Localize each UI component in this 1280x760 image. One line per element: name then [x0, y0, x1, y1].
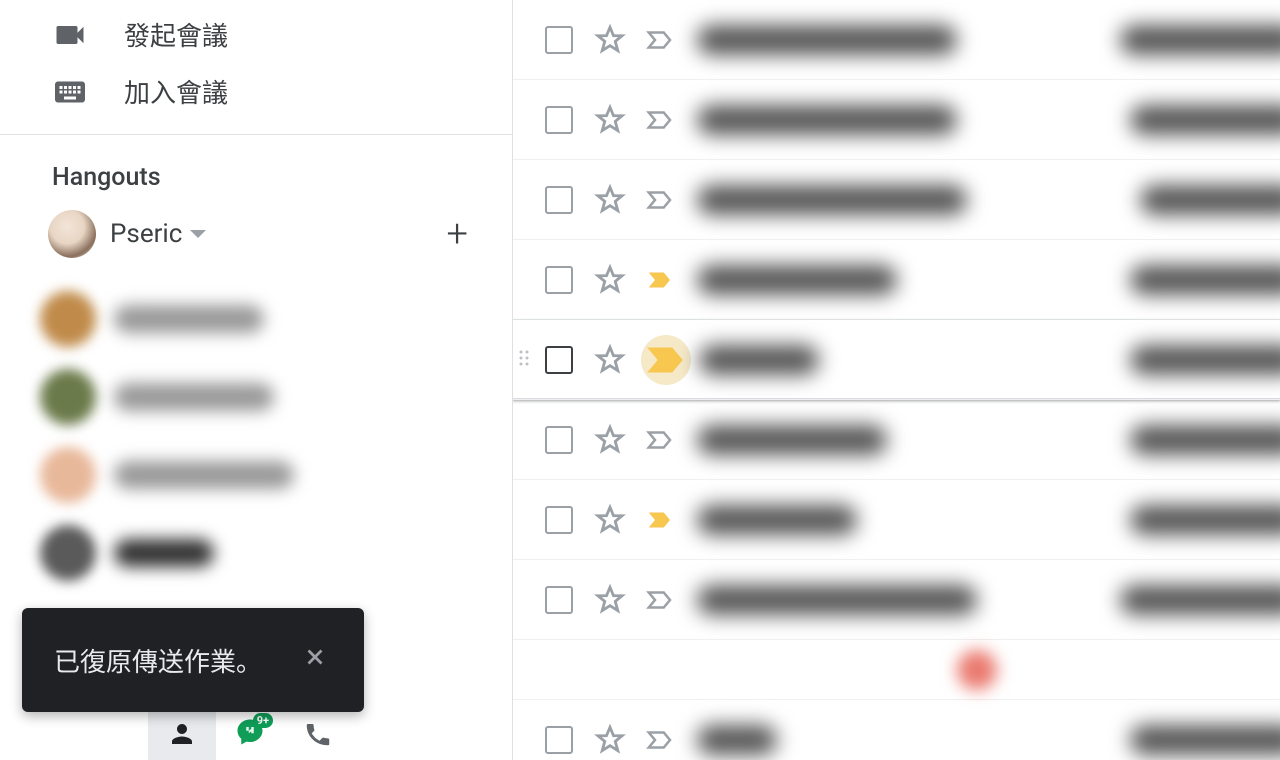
email-sender [697, 505, 857, 535]
drag-handle-icon[interactable] [517, 346, 531, 374]
important-toggle[interactable] [641, 505, 679, 535]
email-checkbox[interactable] [545, 426, 573, 454]
contact-name [114, 305, 264, 333]
important-toggle[interactable] [641, 185, 679, 215]
email-subject [1130, 725, 1280, 755]
email-row[interactable] [513, 0, 1280, 80]
email-row[interactable] [513, 400, 1280, 480]
contact-item[interactable] [40, 514, 512, 592]
email-checkbox[interactable] [545, 26, 573, 54]
email-subject [1120, 25, 1280, 55]
contact-item[interactable] [40, 280, 512, 358]
phone-icon [303, 719, 333, 749]
hangouts-icon: 9+ [235, 717, 265, 751]
email-subject [1130, 345, 1280, 375]
contact-avatar [40, 525, 96, 581]
hangouts-title: Hangouts [0, 135, 512, 192]
email-subject [1130, 505, 1280, 535]
star-toggle[interactable] [593, 23, 627, 57]
email-checkbox[interactable] [545, 266, 573, 294]
add-contact-button[interactable]: + [447, 215, 468, 253]
start-meeting-button[interactable]: 發起會議 [0, 6, 512, 63]
star-toggle[interactable] [593, 103, 627, 137]
important-toggle[interactable] [641, 265, 679, 295]
email-sender [697, 265, 897, 295]
user-avatar[interactable] [48, 210, 96, 258]
keyboard-icon [52, 74, 124, 110]
email-row[interactable] [513, 700, 1280, 760]
contacts-tab[interactable] [148, 708, 216, 760]
star-toggle[interactable] [593, 343, 627, 377]
label-dot [957, 650, 997, 690]
email-list [512, 0, 1280, 760]
contact-item[interactable] [40, 436, 512, 514]
start-meeting-label: 發起會議 [124, 16, 228, 53]
email-checkbox[interactable] [545, 186, 573, 214]
star-toggle[interactable] [593, 503, 627, 537]
hangouts-chat-tab[interactable]: 9+ [216, 708, 284, 760]
email-sender [697, 25, 957, 55]
email-row[interactable] [513, 320, 1280, 400]
email-subject [1130, 105, 1280, 135]
star-toggle[interactable] [593, 183, 627, 217]
contact-avatar [40, 447, 96, 503]
undo-toast: 已復原傳送作業。 [22, 608, 364, 712]
user-name-dropdown[interactable]: Pseric [110, 219, 447, 249]
toast-message: 已復原傳送作業。 [54, 642, 262, 679]
phone-tab[interactable] [284, 708, 352, 760]
email-thread-sub[interactable] [513, 640, 1280, 700]
video-camera-icon [52, 17, 124, 53]
email-sender [697, 425, 887, 455]
contact-name [114, 539, 214, 567]
email-checkbox[interactable] [545, 726, 573, 754]
important-toggle[interactable] [641, 105, 679, 135]
email-row[interactable] [513, 560, 1280, 640]
email-subject [1140, 185, 1280, 215]
user-name-label: Pseric [110, 219, 182, 249]
important-toggle[interactable] [641, 725, 679, 755]
email-row[interactable] [513, 240, 1280, 320]
important-toggle[interactable] [641, 335, 691, 385]
contact-item[interactable] [40, 358, 512, 436]
contact-name [114, 383, 274, 411]
sidebar: 發起會議 加入會議 Hangouts Pseric + [0, 0, 512, 760]
email-row[interactable] [513, 160, 1280, 240]
email-row[interactable] [513, 80, 1280, 160]
email-row[interactable] [513, 480, 1280, 560]
person-icon [167, 719, 197, 749]
important-toggle[interactable] [641, 425, 679, 455]
star-toggle[interactable] [593, 423, 627, 457]
join-meeting-label: 加入會議 [124, 73, 228, 110]
unread-badge: 9+ [253, 713, 273, 728]
email-checkbox[interactable] [545, 586, 573, 614]
meet-section: 發起會議 加入會議 [0, 0, 512, 120]
contact-avatar [40, 369, 96, 425]
contact-avatar [40, 291, 96, 347]
email-checkbox[interactable] [545, 106, 573, 134]
email-sender [699, 345, 819, 375]
email-checkbox[interactable] [545, 506, 573, 534]
email-sender [697, 185, 967, 215]
close-icon [302, 644, 328, 670]
email-sender [697, 585, 977, 615]
email-sender [697, 105, 957, 135]
hangouts-user-row: Pseric + [0, 192, 512, 276]
email-subject [1120, 585, 1280, 615]
join-meeting-button[interactable]: 加入會議 [0, 63, 512, 120]
star-toggle[interactable] [593, 723, 627, 757]
chevron-down-icon [190, 230, 206, 238]
toast-close-button[interactable] [298, 643, 332, 678]
email-subject [1130, 425, 1280, 455]
email-subject [1130, 265, 1280, 295]
star-toggle[interactable] [593, 263, 627, 297]
hangouts-tabs: 9+ [148, 708, 352, 760]
important-toggle[interactable] [641, 585, 679, 615]
star-toggle[interactable] [593, 583, 627, 617]
contacts-list [0, 276, 512, 592]
contact-name [114, 461, 294, 489]
email-checkbox[interactable] [545, 346, 573, 374]
important-toggle[interactable] [641, 25, 679, 55]
email-sender [697, 725, 777, 755]
